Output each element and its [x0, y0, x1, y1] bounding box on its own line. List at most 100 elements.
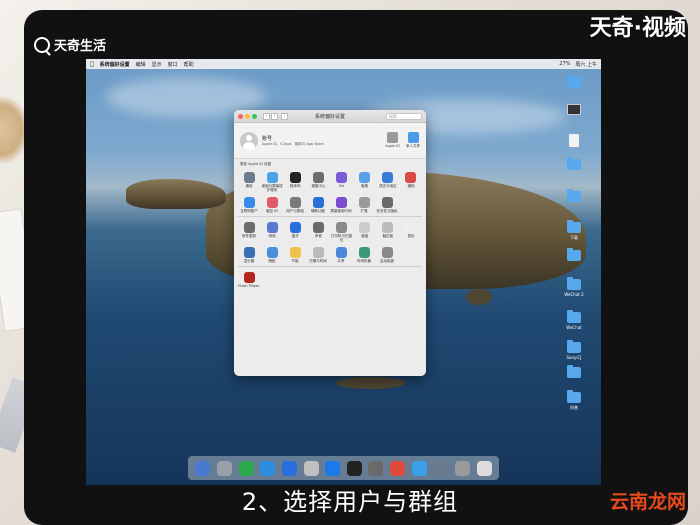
dock-app-icon[interactable] [238, 460, 254, 476]
desktop-icon[interactable]: 科普 [554, 390, 594, 411]
pref-pane-3-3[interactable]: 日期与时间 [307, 245, 329, 263]
desktop-icon[interactable] [554, 248, 594, 263]
pref-pane-2-6[interactable]: 触控板 [377, 220, 399, 242]
pref-pane-0-5[interactable]: 聚焦 [354, 170, 376, 192]
pref-pane-label: 辅助功能 [311, 209, 325, 213]
pref-pane-label: 显示器 [243, 259, 255, 263]
avatar[interactable] [240, 131, 258, 150]
watermark: 云南龙网 [609, 491, 686, 513]
pref-pane-3-5[interactable]: 时间机器 [353, 245, 375, 263]
pref-pane-3-4[interactable]: 共享 [330, 245, 352, 263]
menu-item[interactable]: 窗口 [168, 61, 178, 68]
pref-pane-1-5[interactable]: 扩展 [353, 195, 375, 213]
dock-app-icon[interactable] [325, 460, 341, 476]
pref-pane-0-7[interactable]: 通知 [400, 170, 422, 192]
account-icons: Apple ID 家人共享 [385, 132, 420, 149]
dock-app-icon[interactable] [433, 460, 449, 476]
desktop-icon[interactable] [554, 157, 594, 172]
show-all-button[interactable]: ⋮ [281, 112, 288, 120]
pref-pane-3-6[interactable]: 启动磁盘 [376, 245, 398, 263]
pref-pane-icon [381, 197, 393, 208]
pref-pane-1-0[interactable]: 互联网账户 [238, 195, 260, 213]
pref-pane-label: 网络 [268, 234, 276, 238]
dock-app-icon[interactable] [346, 460, 362, 476]
pref-pane-0-0[interactable]: 通用 [238, 170, 260, 192]
apple-icon[interactable]:  [90, 61, 94, 68]
desktop-icon-label: SanyiCJ [566, 355, 582, 360]
desktop-icon[interactable] [554, 104, 594, 117]
pref-pane-2-7[interactable]: 鼠标 [400, 220, 422, 242]
pref-pane-1-2[interactable]: 用户与群组 [284, 195, 306, 213]
dock-app-icon[interactable] [216, 460, 232, 476]
pref-row: 软件更新 网络 蓝牙 声音 打印机与扫描仪 键盘 触控板 鼠标 [238, 220, 422, 242]
menu-item[interactable]: 编辑 [136, 61, 146, 68]
desktop-icon[interactable] [554, 189, 594, 204]
dock-app-icon[interactable] [476, 460, 492, 476]
dock-app-icon[interactable] [195, 460, 211, 476]
update-apple-id-link[interactable]: 更新 Apple ID 设置 [234, 159, 426, 168]
pref-pane-0-3[interactable]: 调度中心 [307, 170, 329, 192]
apple-id-pref[interactable]: Apple ID [385, 132, 400, 149]
zoom-button[interactable] [252, 113, 257, 119]
pref-pane-4-0[interactable]: Flash Player [238, 270, 260, 288]
pref-pane-label: 调度中心 [311, 184, 326, 188]
back-button[interactable]: ‹ [263, 112, 270, 120]
menu-status-area: 27% 周六 上午 [559, 61, 597, 68]
pref-pane-icon [382, 222, 394, 233]
dock-app-icon[interactable] [281, 460, 297, 476]
dock-app-icon[interactable] [260, 460, 276, 476]
pref-pane-3-1[interactable]: 随航 [261, 245, 283, 263]
desktop-icon[interactable] [554, 365, 594, 380]
pref-pane-2-4[interactable]: 打印机与扫描仪 [331, 220, 353, 242]
pref-pane-3-2[interactable]: 节能 [284, 245, 306, 263]
pref-pane-1-6[interactable]: 安全性与隐私 [376, 195, 398, 213]
pref-label: 家人共享 [406, 144, 420, 148]
dock-app-icon[interactable] [303, 460, 319, 476]
desktop-icon[interactable]: 下载 [554, 220, 594, 241]
pref-pane-3-0[interactable]: 显示器 [238, 245, 260, 263]
menu-item[interactable]: 帮助 [184, 61, 194, 68]
forward-button[interactable]: › [271, 112, 278, 120]
pref-pane-2-0[interactable]: 软件更新 [238, 220, 260, 242]
pref-pane-2-3[interactable]: 声音 [307, 220, 329, 242]
pref-pane-label: Siri [338, 184, 345, 188]
pref-pane-2-5[interactable]: 键盘 [354, 220, 376, 242]
pref-pane-icon [243, 197, 255, 208]
pref-pane-0-4[interactable]: Siri [331, 170, 353, 192]
dock-app-icon[interactable] [455, 460, 470, 476]
pref-pane-0-1[interactable]: 桌面与屏幕保护程序 [261, 170, 283, 192]
battery-percent[interactable]: 27% [559, 61, 570, 68]
close-button[interactable] [238, 113, 243, 119]
desktop-icon[interactable]: WeChat [554, 310, 594, 330]
desktop-icon[interactable]: SanyiCJ [554, 340, 594, 360]
pref-pane-label: 蓝牙 [291, 234, 299, 238]
pref-row: Flash Player [238, 270, 422, 288]
desktop-icon[interactable] [554, 75, 594, 90]
clock[interactable]: 周六 上午 [575, 61, 597, 68]
pref-pane-label: 共享 [337, 259, 345, 263]
pref-pane-0-2[interactable]: 程序坞 [284, 170, 306, 192]
pref-pane-1-4[interactable]: 屏幕使用时间 [330, 195, 352, 213]
desktop-icon-label: WeChat [566, 325, 582, 330]
pref-pane-label: 聚焦 [361, 184, 369, 188]
dock-app-icon[interactable] [368, 460, 384, 476]
pref-pane-label: 软件更新 [242, 234, 256, 238]
pref-pane-0-6[interactable]: 语言与地区 [377, 170, 399, 192]
system-preferences-window: ‹ › ⋮ 系统偏好设置 搜索 账号 Apple ID、iCloud、媒体与 A… [234, 110, 426, 376]
dock-app-icon[interactable] [411, 460, 427, 476]
folder-icon [567, 365, 581, 378]
pref-pane-1-3[interactable]: 辅助功能 [307, 195, 329, 213]
desktop-icon[interactable] [554, 134, 594, 149]
pref-pane-2-1[interactable]: 网络 [261, 220, 283, 242]
family-sharing-pref[interactable]: 家人共享 [406, 132, 420, 149]
dock-app-icon[interactable] [390, 460, 406, 476]
pref-pane-1-1[interactable]: 触控 ID [261, 195, 283, 213]
menu-app-name[interactable]: 系统偏好设置 [100, 61, 130, 68]
desktop-icon[interactable]: WeChat 2 [554, 277, 594, 297]
search-input[interactable]: 搜索 [386, 112, 422, 120]
minimize-button[interactable] [245, 113, 250, 119]
apple-id-banner[interactable]: 账号 Apple ID、iCloud、媒体与 App Store Apple I… [234, 123, 426, 159]
pref-pane-2-2[interactable]: 蓝牙 [284, 220, 306, 242]
video-subtitle: 2、选择用户与群组 [241, 488, 459, 516]
menu-item[interactable]: 显示 [152, 61, 162, 68]
